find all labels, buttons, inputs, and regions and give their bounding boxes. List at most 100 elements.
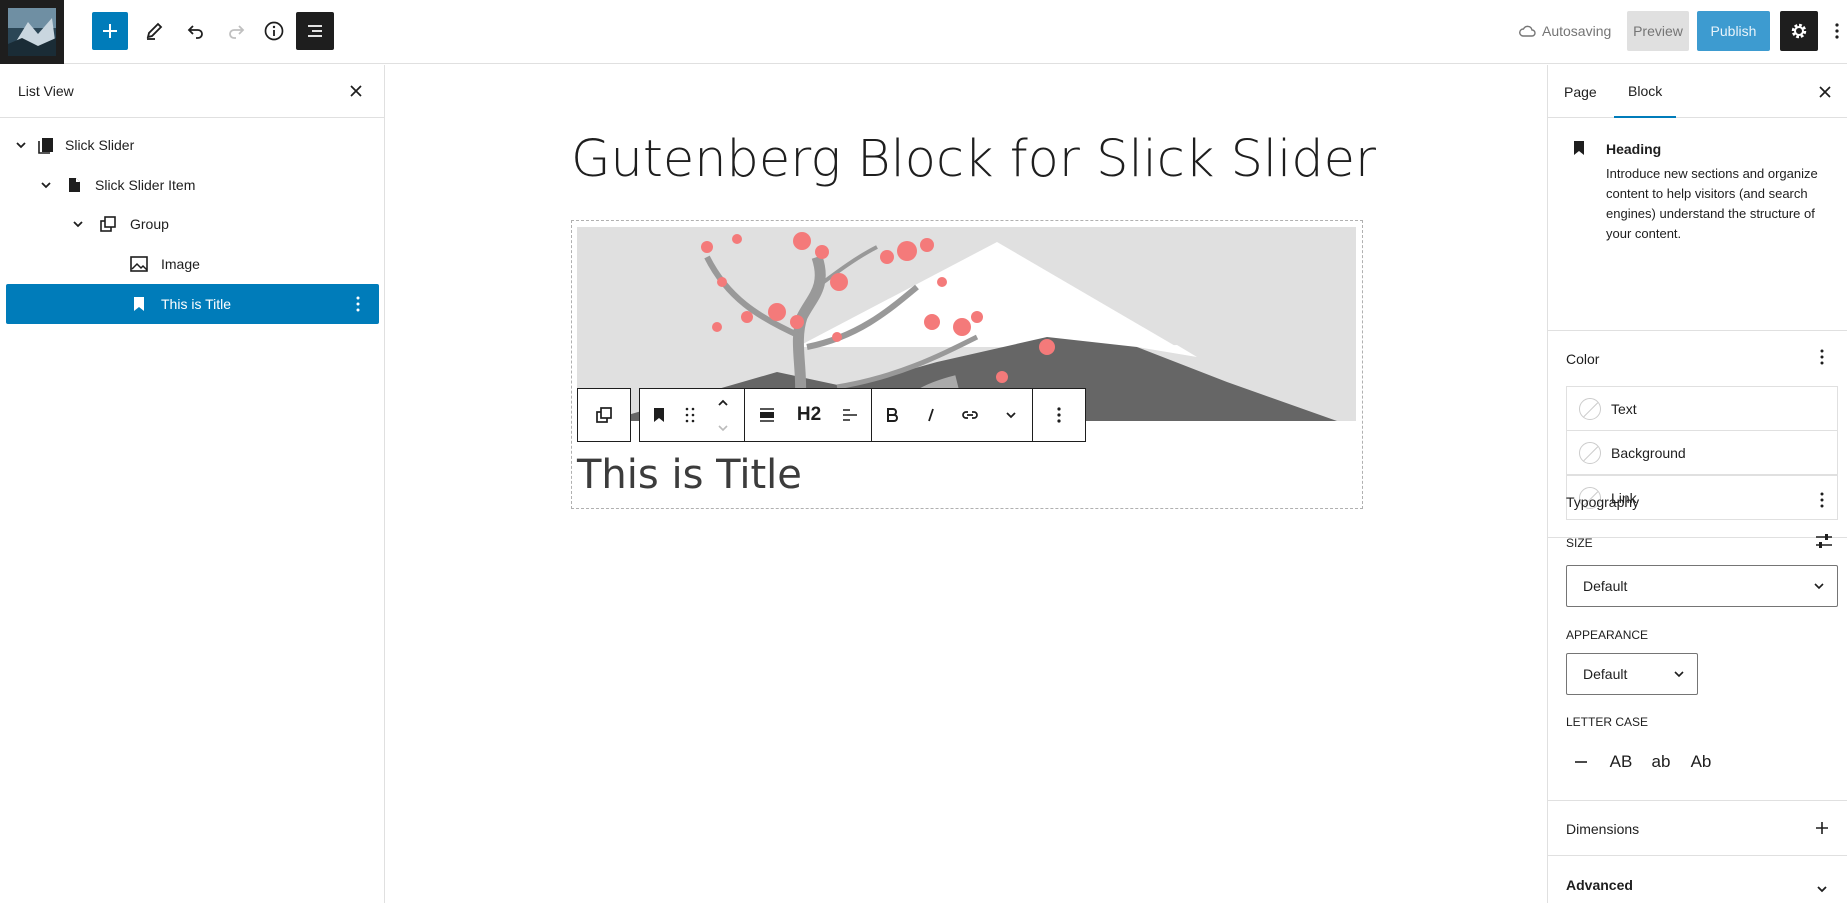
list-item-label: Image xyxy=(161,256,200,272)
format-group xyxy=(871,388,1033,442)
more-rich-text-button[interactable] xyxy=(990,389,1032,441)
list-view-panel: List View Slick Slider Slick Slider Item… xyxy=(0,65,385,903)
custom-size-toggle[interactable] xyxy=(1814,532,1834,553)
info-icon xyxy=(264,21,284,41)
more-vertical-icon xyxy=(1820,349,1824,365)
heading-controls-group: H2 xyxy=(744,388,872,442)
plus-icon xyxy=(103,24,117,38)
list-item-label: Group xyxy=(130,216,169,232)
more-vertical-icon[interactable] xyxy=(356,295,360,316)
typography-panel-title: Typography xyxy=(1566,494,1640,510)
more-vertical-icon xyxy=(1057,407,1061,423)
link-button[interactable] xyxy=(950,389,990,441)
close-icon xyxy=(1819,86,1831,98)
chevron-down-icon[interactable] xyxy=(1816,881,1828,896)
align-wide-icon xyxy=(760,408,774,422)
redo-button[interactable] xyxy=(218,12,254,50)
tools-button[interactable] xyxy=(136,12,172,50)
italic-button[interactable] xyxy=(912,389,950,441)
text-align-button[interactable] xyxy=(829,389,871,441)
undo-button[interactable] xyxy=(178,12,214,50)
close-list-view-button[interactable] xyxy=(344,79,368,103)
dimensions-panel-title: Dimensions xyxy=(1566,821,1640,837)
chevron-down-icon[interactable] xyxy=(717,420,729,435)
color-options-button[interactable] xyxy=(1820,349,1824,368)
bookmark-icon xyxy=(654,408,664,422)
editor-header: Autosaving Preview Publish xyxy=(0,0,1847,64)
options-button[interactable] xyxy=(1829,14,1845,48)
list-view-toggle[interactable] xyxy=(296,12,334,50)
list-item-group[interactable]: Group xyxy=(6,204,379,244)
letter-case-uppercase-button[interactable]: AB xyxy=(1604,746,1638,778)
post-title[interactable]: Gutenberg Block for Slick Slider xyxy=(571,130,1376,189)
block-switcher-group xyxy=(639,388,745,442)
publish-button[interactable]: Publish xyxy=(1697,11,1770,51)
settings-sliders-icon xyxy=(1816,534,1832,548)
more-vertical-icon xyxy=(1835,23,1839,39)
bookmark-icon xyxy=(128,293,150,315)
appearance-label: APPEARANCE xyxy=(1566,628,1649,642)
dimensions-panel[interactable]: Dimensions xyxy=(1548,800,1847,856)
block-inserter-button[interactable] xyxy=(92,12,128,50)
letter-case-label: LETTER CASE xyxy=(1566,715,1649,729)
color-background-item[interactable]: Background xyxy=(1566,430,1838,475)
block-card-title: Heading xyxy=(1606,141,1662,157)
settings-button[interactable] xyxy=(1780,11,1818,51)
preview-button[interactable]: Preview xyxy=(1627,11,1689,51)
drag-icon xyxy=(685,407,695,423)
color-swatch xyxy=(1579,441,1601,464)
details-button[interactable] xyxy=(256,12,292,50)
chevron-down-icon[interactable] xyxy=(13,137,29,153)
tab-block[interactable]: Block xyxy=(1614,65,1677,118)
more-vertical-icon xyxy=(1820,492,1824,508)
appearance-value: Default xyxy=(1583,666,1628,682)
letter-case-none-button[interactable] xyxy=(1566,746,1596,778)
pencil-icon xyxy=(146,22,163,40)
list-item-label: This is Title xyxy=(161,296,232,312)
drag-handle[interactable] xyxy=(678,389,702,441)
pages-block-icon xyxy=(35,134,57,156)
list-item-image[interactable]: Image xyxy=(6,244,379,284)
advanced-panel[interactable]: Advanced xyxy=(1548,857,1847,903)
options-group xyxy=(1032,388,1086,442)
block-options-button[interactable] xyxy=(1033,389,1085,441)
plus-icon[interactable] xyxy=(1814,820,1830,839)
letter-case-capitalize-button[interactable]: Ab xyxy=(1684,746,1718,778)
close-icon xyxy=(350,85,362,97)
font-size-value: Default xyxy=(1583,578,1628,594)
chevron-down-icon[interactable] xyxy=(70,216,86,232)
block-card: Heading Introduce new sections and organ… xyxy=(1548,119,1847,331)
list-item-label: Slick Slider xyxy=(65,137,135,153)
list-item-slick-slider-item[interactable]: Slick Slider Item xyxy=(6,165,379,205)
group-block-icon xyxy=(97,213,119,235)
site-icon[interactable] xyxy=(0,0,64,64)
link-icon xyxy=(962,411,978,419)
appearance-select[interactable]: Default xyxy=(1566,653,1698,695)
heading-block[interactable]: This is Title xyxy=(577,452,802,498)
chevron-down-icon[interactable] xyxy=(38,177,54,193)
close-sidebar-button[interactable] xyxy=(1814,81,1836,103)
bold-icon xyxy=(887,408,898,422)
list-item-heading-selected[interactable]: This is Title xyxy=(6,284,379,324)
typography-options-button[interactable] xyxy=(1820,492,1824,511)
color-text-item[interactable]: Text xyxy=(1566,386,1838,431)
sidebar-tabs: Page Block xyxy=(1548,65,1847,118)
select-parent-button[interactable] xyxy=(578,389,630,441)
bookmark-icon xyxy=(1572,140,1586,159)
letter-case-lowercase-button[interactable]: ab xyxy=(1644,746,1678,778)
tab-page[interactable]: Page xyxy=(1564,65,1597,118)
block-type-button[interactable] xyxy=(640,389,678,441)
italic-icon xyxy=(928,408,934,422)
settings-sidebar: Page Block Heading Introduce new section… xyxy=(1547,65,1847,903)
chevron-down-icon xyxy=(1006,412,1016,419)
font-size-select[interactable]: Default xyxy=(1566,565,1838,607)
align-button[interactable] xyxy=(745,389,789,441)
chevron-up-icon[interactable] xyxy=(717,395,729,410)
list-item-slick-slider[interactable]: Slick Slider xyxy=(6,125,379,165)
document-block-icon xyxy=(63,174,85,196)
color-panel-title: Color xyxy=(1566,351,1600,367)
heading-level-button[interactable]: H2 xyxy=(789,389,829,441)
parent-selector-group xyxy=(577,388,631,442)
bold-button[interactable] xyxy=(872,389,912,441)
redo-icon xyxy=(229,25,245,39)
